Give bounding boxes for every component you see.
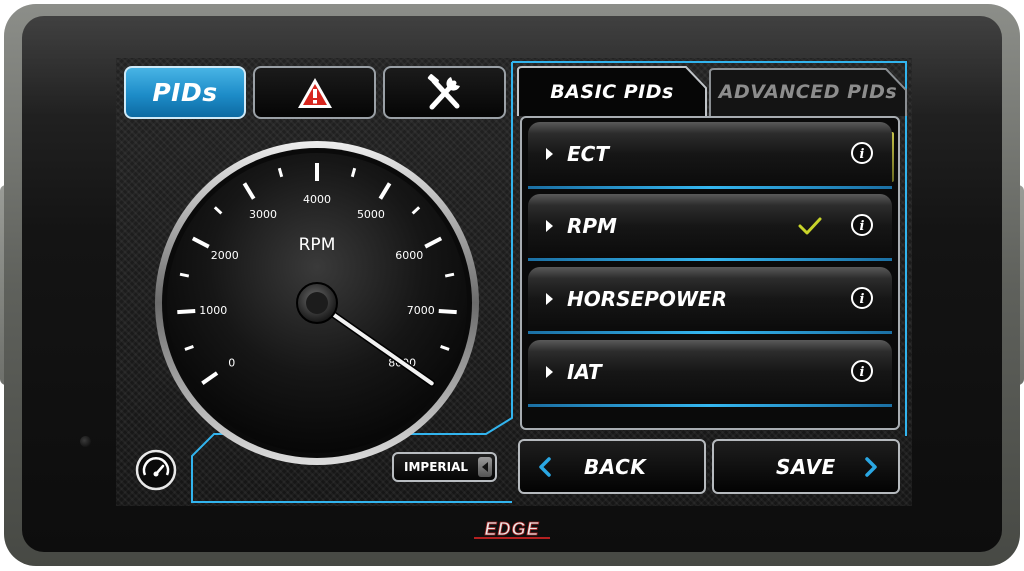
info-icon[interactable]: i	[850, 213, 874, 237]
caret-right-icon	[546, 148, 553, 160]
pid-item-label: RPM	[567, 214, 617, 238]
rpm-gauge: 010002000300040005000600070008000 RPM	[155, 141, 479, 465]
edge-logo-text: EDGE	[484, 519, 539, 539]
pid-item-rpm[interactable]: RPM i	[528, 194, 892, 261]
display-screen: PIDs 0 1000 2000 3000 4000 5000 6000 700…	[116, 58, 912, 506]
pid-item-iat[interactable]: IAT i	[528, 340, 892, 407]
gauge-title: RPM	[299, 235, 336, 255]
tab-basic-pids-label: BASIC PIDs	[550, 81, 674, 103]
tab-warnings[interactable]	[253, 66, 376, 119]
chevron-left-icon	[539, 457, 551, 477]
info-icon[interactable]: i	[850, 141, 874, 165]
caret-right-icon	[546, 220, 553, 232]
save-button[interactable]: SAVE	[712, 439, 900, 494]
units-toggle[interactable]	[478, 457, 492, 477]
tab-advanced-pids[interactable]: ADVANCED PIDs	[710, 68, 906, 116]
chevron-right-icon	[865, 457, 877, 477]
pid-item-label: ECT	[567, 142, 609, 166]
pid-item-label: HORSEPOWER	[567, 287, 727, 311]
pid-item-horsepower[interactable]: HORSEPOWER i	[528, 267, 892, 334]
tab-pids[interactable]: PIDs	[124, 66, 246, 119]
light-sensor	[80, 436, 91, 447]
gauge-tick-label: 4000	[303, 193, 331, 206]
gauge-tick-label: 5000	[357, 208, 385, 221]
gauge-tick-label: 7000	[407, 304, 435, 317]
gauge-tick-label: 0	[228, 357, 235, 370]
svg-text:i: i	[860, 365, 865, 380]
back-button[interactable]: BACK	[518, 439, 706, 494]
units-label: IMPERIAL	[404, 460, 469, 474]
svg-text:i: i	[860, 219, 865, 234]
gauge-tick-label: 6000	[395, 249, 423, 262]
svg-text:i: i	[860, 292, 865, 307]
tools-icon	[427, 73, 460, 109]
gauge-tick	[177, 308, 196, 315]
edge-logo: EDGE	[474, 519, 550, 539]
svg-text:i: i	[860, 147, 865, 162]
save-button-label: SAVE	[776, 454, 836, 479]
gauge-tick	[444, 272, 455, 278]
tab-basic-pids[interactable]: BASIC PIDs	[518, 68, 706, 116]
pid-item-label: IAT	[567, 360, 602, 384]
gauge-mode-button[interactable]	[134, 448, 178, 492]
gauge-tick	[438, 308, 457, 315]
info-icon[interactable]: i	[850, 286, 874, 310]
pid-panel: BASIC PIDs ADVANCED PIDs ECT i RPM i HOR…	[516, 58, 912, 436]
gauge-tick-label: 2000	[211, 249, 239, 262]
tab-tools[interactable]	[383, 66, 506, 119]
tab-pids-label: PIDs	[152, 78, 218, 107]
pid-list: ECT i RPM i HORSEPOWER i IAT i	[520, 116, 900, 430]
caret-right-icon	[546, 366, 553, 378]
info-icon[interactable]: i	[850, 359, 874, 383]
caret-left-icon	[482, 462, 488, 472]
units-button[interactable]: IMPERIAL	[392, 452, 497, 482]
gauge-tick	[179, 272, 190, 278]
gauge-tick-label: 3000	[249, 208, 277, 221]
gauge-tick-label: 1000	[199, 304, 227, 317]
caret-right-icon	[546, 293, 553, 305]
pid-item-ect[interactable]: ECT i	[528, 122, 892, 189]
back-button-label: BACK	[584, 454, 647, 479]
tab-advanced-pids-label: ADVANCED PIDs	[718, 81, 898, 103]
warning-icon	[297, 77, 332, 108]
check-icon	[798, 217, 822, 235]
